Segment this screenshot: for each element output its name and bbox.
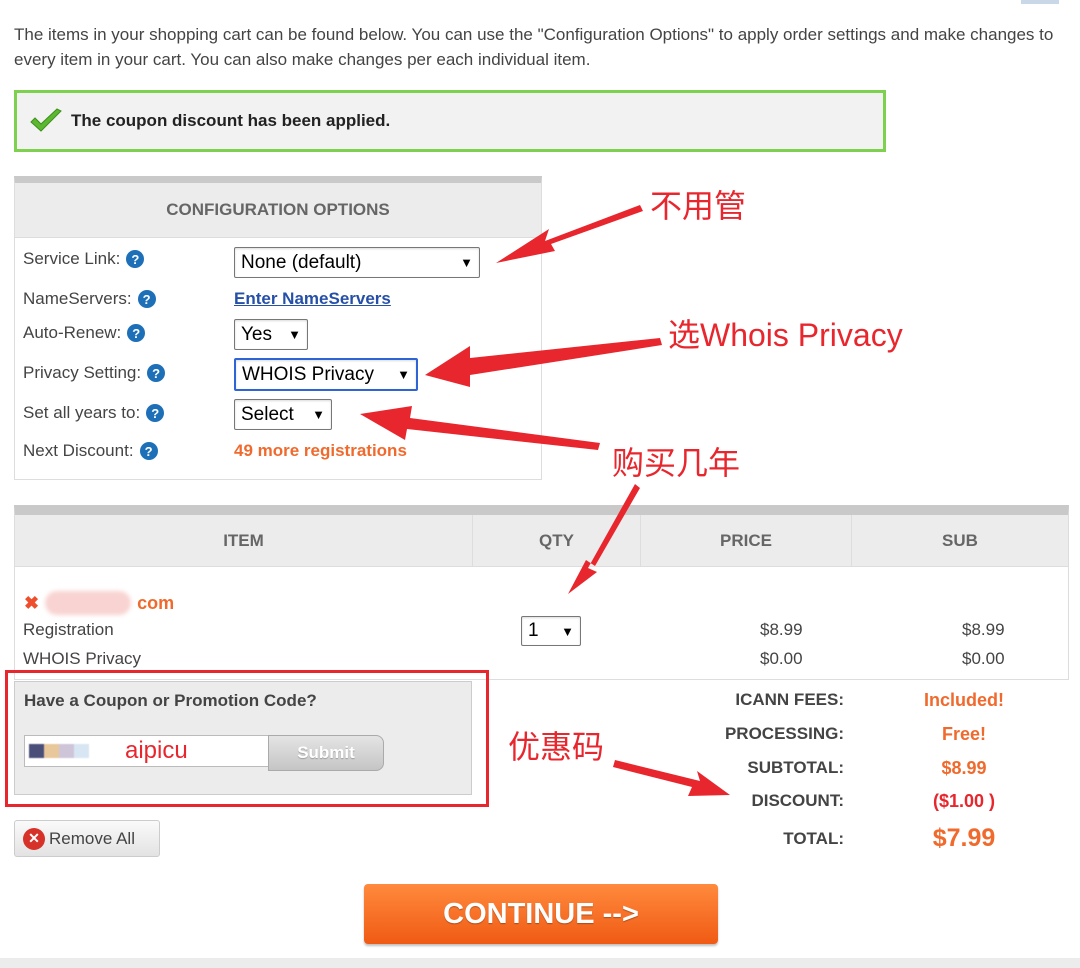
row-registration-price: $8.99 [760, 620, 803, 639]
qty-value: 1 [528, 620, 539, 641]
arrow-to-discount [613, 760, 730, 796]
domain-name: ✖ com [24, 591, 174, 615]
nameservers-label: NameServers: [23, 289, 132, 308]
total-value: $7.99 [932, 824, 996, 852]
row-registration-sub: $8.99 [962, 620, 1005, 639]
cart-table: ITEM QTY PRICE SUB ✖ com [14, 505, 1069, 680]
set-years-select[interactable]: Select ▼ [234, 399, 332, 430]
config-row-privacy: Privacy Setting:? [23, 358, 166, 388]
next-discount-label: Next Discount: [23, 441, 134, 460]
row-privacy-sub: $0.00 [962, 649, 1005, 668]
table-header: ITEM QTY PRICE SUB [15, 515, 1068, 567]
privacy-setting-select[interactable]: WHOIS Privacy ▼ [234, 358, 418, 391]
remove-icon: ✕ [23, 827, 45, 850]
dropdown-arrow-icon: ▼ [561, 623, 574, 639]
domain-tld: com [137, 592, 175, 613]
service-link-select[interactable]: None (default) ▼ [234, 247, 480, 278]
set-years-value: Select [241, 403, 294, 425]
subtotal-label: SUBTOTAL: [747, 758, 844, 777]
config-row-next-discount: Next Discount:? [23, 436, 158, 466]
dropdown-arrow-icon: ▼ [312, 407, 325, 422]
remove-all-button[interactable]: ✕ Remove All [14, 820, 160, 857]
checkmark-icon [30, 108, 62, 132]
qty-select[interactable]: 1 ▼ [521, 616, 581, 646]
processing-value: Free! [941, 724, 986, 744]
icann-fees-label: ICANN FEES: [735, 690, 844, 709]
annotation-service-link: 不用管 [650, 188, 747, 224]
continue-button[interactable]: CONTINUE --> [364, 884, 718, 944]
coupon-highlight-frame [5, 670, 489, 807]
set-years-label: Set all years to: [23, 403, 141, 422]
help-icon[interactable]: ? [137, 290, 156, 308]
header-price: PRICE [641, 515, 852, 566]
top-corner-decoration [1021, 0, 1059, 4]
config-row-service-link: Service Link:? [23, 244, 145, 274]
help-icon[interactable]: ? [146, 404, 165, 422]
row-privacy-price: $0.00 [760, 649, 803, 668]
remove-item-icon[interactable]: ✖ [24, 593, 39, 614]
processing-label: PROCESSING: [724, 724, 844, 743]
row-privacy-item: WHOIS Privacy [23, 649, 142, 668]
footer-strip [0, 958, 1080, 968]
dropdown-arrow-icon: ▼ [288, 327, 301, 342]
auto-renew-value: Yes [241, 323, 272, 345]
service-link-value: None (default) [241, 251, 362, 273]
privacy-setting-label: Privacy Setting: [23, 363, 142, 382]
privacy-setting-value: WHOIS Privacy [242, 363, 374, 385]
auto-renew-select[interactable]: Yes ▼ [234, 319, 308, 350]
intro-text: The items in your shopping cart can be f… [14, 25, 1054, 69]
annotation-years: 购买几年 [612, 445, 741, 481]
dropdown-arrow-icon: ▼ [460, 255, 473, 270]
dropdown-arrow-icon: ▼ [397, 367, 410, 382]
row-registration-item: Registration [23, 620, 114, 639]
help-icon[interactable]: ? [147, 364, 166, 382]
icann-fees-value: Included! [924, 690, 1004, 710]
discount-label: DISCOUNT: [751, 791, 844, 810]
service-link-label: Service Link: [23, 249, 121, 268]
alert-text: The coupon discount has been applied. [71, 111, 391, 130]
header-item: ITEM [15, 515, 473, 566]
redacted-domain [45, 591, 132, 615]
header-sub: SUB [942, 530, 978, 550]
config-title: CONFIGURATION OPTIONS [15, 183, 541, 238]
config-row-years: Set all years to:? [23, 398, 165, 428]
header-qty: QTY [473, 515, 641, 566]
remove-all-label: Remove All [49, 828, 135, 848]
config-row-nameservers: NameServers:? [23, 284, 156, 314]
annotation-coupon: 优惠码 [508, 729, 605, 765]
subtotal-value: $8.99 [941, 758, 987, 778]
enter-nameservers-link[interactable]: Enter NameServers [234, 289, 391, 309]
help-icon[interactable]: ? [127, 324, 146, 342]
auto-renew-label: Auto-Renew: [23, 323, 122, 342]
config-row-auto-renew: Auto-Renew:? [23, 318, 146, 348]
coupon-applied-alert: The coupon discount has been applied. [14, 90, 886, 152]
total-label: TOTAL: [783, 829, 844, 848]
next-discount-value: 49 more registrations [234, 441, 407, 460]
discount-value: ($1.00 ) [932, 791, 996, 811]
help-icon[interactable]: ? [139, 442, 158, 460]
help-icon[interactable]: ? [126, 250, 145, 268]
annotation-privacy: 选Whois Privacy [668, 317, 903, 353]
